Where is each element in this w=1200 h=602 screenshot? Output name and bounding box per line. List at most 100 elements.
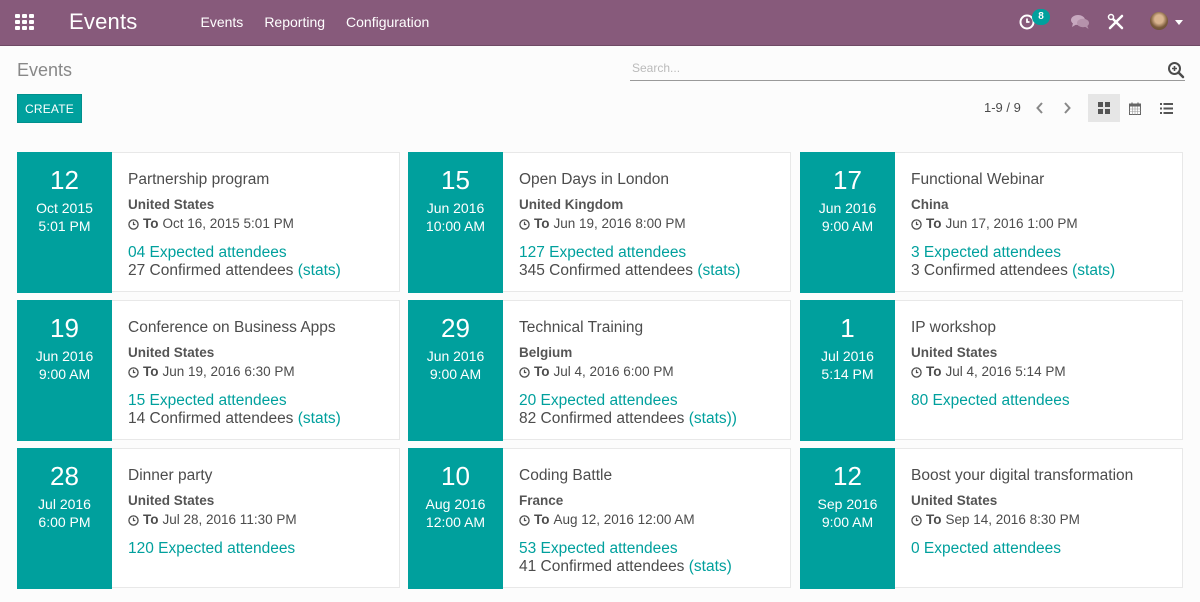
event-card[interactable]: 17 Jun 2016 9:00 AM Functional Webinar C… [800, 152, 1183, 293]
pager-value[interactable]: 1-9 / 9 [984, 100, 1021, 115]
stats-link[interactable]: (stats)) [689, 410, 737, 427]
pager-previous-button[interactable] [1031, 98, 1049, 118]
event-country: United States [128, 197, 215, 212]
event-start-time: 5:14 PM [821, 366, 874, 382]
view-calendar-button[interactable] [1119, 94, 1151, 122]
to-label: To [534, 512, 550, 527]
event-country: United Kingdom [519, 197, 624, 212]
to-label: To [143, 216, 159, 231]
clock-icon [911, 366, 922, 378]
confirmed-attendees-text: 27 Confirmed attendees [128, 262, 298, 279]
event-title: IP workshop [911, 319, 997, 336]
event-end-date: To Aug 12, 2016 12:00 AM [519, 512, 784, 528]
user-avatar[interactable] [1150, 12, 1168, 30]
expected-attendees-link[interactable]: 15 Expected attendees [128, 392, 393, 410]
expected-attendees-link[interactable]: 53 Expected attendees [519, 540, 784, 558]
event-day: 10 [441, 461, 470, 491]
search-zoom-icon[interactable] [1167, 61, 1185, 79]
event-card[interactable]: 1 Jul 2016 5:14 PM IP workshop United St… [800, 300, 1183, 441]
pager-next-button[interactable] [1058, 98, 1076, 118]
stats-link[interactable]: (stats) [298, 262, 341, 279]
event-end-date: To Jul 28, 2016 11:30 PM [128, 512, 393, 528]
expected-attendees-link[interactable]: 120 Expected attendees [128, 540, 393, 558]
event-day: 17 [833, 165, 862, 195]
event-start-time: 9:00 AM [429, 366, 482, 382]
event-day: 28 [50, 461, 79, 491]
event-card[interactable]: 19 Jun 2016 9:00 AM Conference on Busine… [17, 300, 400, 441]
menu-item-events[interactable]: Events [190, 0, 254, 46]
event-start-time: 6:00 PM [38, 514, 91, 530]
event-country: Belgium [519, 345, 573, 360]
event-title: Coding Battle [519, 467, 613, 484]
caret-down-icon[interactable] [1175, 20, 1183, 25]
expected-attendees-link[interactable]: 3 Expected attendees [911, 244, 1176, 262]
event-date-block: 28 Jul 2016 6:00 PM [17, 448, 112, 589]
event-card[interactable]: 10 Aug 2016 12:00 AM Coding Battle Franc… [408, 448, 791, 589]
tools-cross-icon[interactable] [1107, 13, 1125, 36]
clock-icon [519, 366, 530, 378]
event-info: Boost your digital transformation United… [911, 467, 1176, 558]
event-day: 29 [441, 313, 470, 343]
event-title: Boost your digital transformation [911, 467, 1134, 484]
event-title: Conference on Business Apps [128, 319, 336, 336]
event-info: IP workshop United States To Jul 4, 2016… [911, 319, 1176, 410]
stats-link[interactable]: (stats) [697, 262, 740, 279]
view-kanban-button[interactable] [1088, 94, 1120, 122]
expected-attendees-link[interactable]: 127 Expected attendees [519, 244, 784, 262]
event-info: Technical Training Belgium To Jul 4, 201… [519, 319, 784, 427]
event-start-time: 9:00 AM [821, 218, 874, 234]
expected-attendees-link[interactable]: 0 Expected attendees [911, 540, 1176, 558]
confirmed-attendees-text: 3 Confirmed attendees [911, 262, 1073, 279]
to-label: To [143, 512, 159, 527]
apps-grid-icon[interactable] [15, 14, 34, 30]
chevron-right-icon [1064, 102, 1071, 114]
clock-icon [519, 514, 530, 526]
event-date-block: 12 Sep 2016 9:00 AM [800, 448, 895, 589]
event-country: United States [128, 493, 215, 508]
expected-attendees-link[interactable]: 20 Expected attendees [519, 392, 784, 410]
search-input[interactable] [630, 59, 1150, 77]
expected-attendees-link[interactable]: 80 Expected attendees [911, 392, 1176, 410]
search-bar [630, 59, 1185, 81]
event-month-year: Jun 2016 [426, 200, 485, 216]
event-card[interactable]: 29 Jun 2016 9:00 AM Technical Training B… [408, 300, 791, 441]
event-info: Functional Webinar China To Jun 17, 2016… [911, 171, 1176, 279]
end-date-value: Jun 19, 2016 8:00 PM [553, 216, 686, 231]
event-card[interactable]: 12 Oct 2015 5:01 PM Partnership program … [17, 152, 400, 293]
to-label: To [143, 364, 159, 379]
breadcrumb: Events [17, 60, 73, 80]
clock-icon [128, 366, 139, 378]
chat-bubbles-icon[interactable] [1070, 13, 1090, 36]
end-date-value: Oct 16, 2015 5:01 PM [162, 216, 294, 231]
stats-link[interactable]: (stats) [298, 410, 341, 427]
confirmed-attendees: 27 Confirmed attendees (stats) [128, 262, 393, 279]
kanban-grid-icon [1098, 102, 1110, 114]
event-day: 12 [833, 461, 862, 491]
calendar-icon [1129, 102, 1141, 115]
event-date-block: 29 Jun 2016 9:00 AM [408, 300, 503, 441]
event-date-block: 10 Aug 2016 12:00 AM [408, 448, 503, 589]
event-card[interactable]: 12 Sep 2016 9:00 AM Boost your digital t… [800, 448, 1183, 589]
to-label: To [926, 364, 942, 379]
confirmed-attendees: 82 Confirmed attendees (stats)) [519, 410, 784, 427]
event-month-year: Aug 2016 [425, 496, 486, 512]
create-button[interactable]: CREATE [17, 94, 82, 123]
event-info: Conference on Business Apps United State… [128, 319, 393, 427]
event-day: 12 [50, 165, 79, 195]
to-label: To [926, 216, 942, 231]
event-start-time: 9:00 AM [821, 514, 874, 530]
event-end-date: To Oct 16, 2015 5:01 PM [128, 216, 393, 232]
main-menu: Events Reporting Configuration [190, 0, 440, 46]
event-day: 1 [840, 313, 855, 343]
stats-link[interactable]: (stats) [689, 558, 732, 575]
menu-item-reporting[interactable]: Reporting [254, 0, 336, 46]
view-list-button[interactable] [1150, 94, 1182, 122]
event-title: Open Days in London [519, 171, 669, 188]
expected-attendees-link[interactable]: 04 Expected attendees [128, 244, 393, 262]
end-date-value: Jul 28, 2016 11:30 PM [162, 512, 297, 527]
stats-link[interactable]: (stats) [1072, 262, 1115, 279]
menu-item-configuration[interactable]: Configuration [336, 0, 440, 46]
event-card[interactable]: 28 Jul 2016 6:00 PM Dinner party United … [17, 448, 400, 589]
event-card[interactable]: 15 Jun 2016 10:00 AM Open Days in London… [408, 152, 791, 293]
confirmed-attendees: 41 Confirmed attendees (stats) [519, 558, 784, 575]
